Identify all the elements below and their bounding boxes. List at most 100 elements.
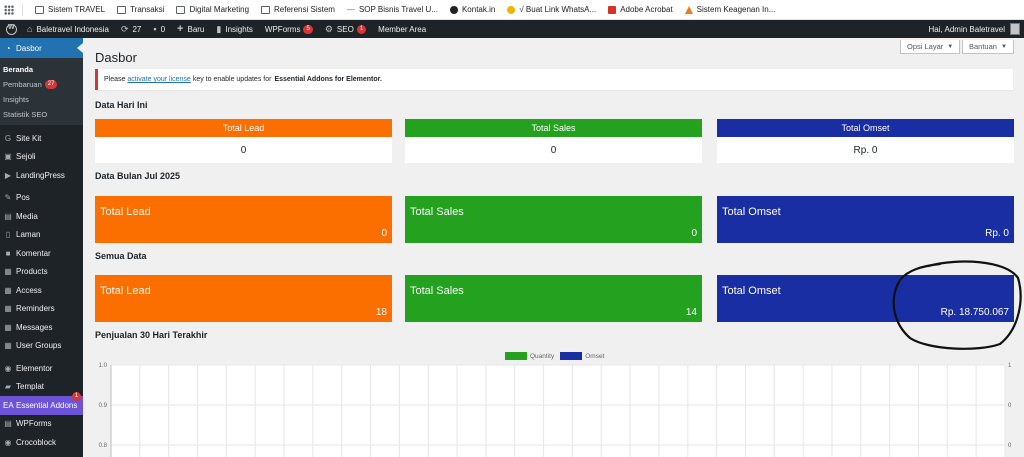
- bookmark-referensi-sistem[interactable]: Referensi Sistem: [261, 5, 335, 14]
- messages-icon: ▦: [4, 322, 12, 332]
- bookmark-sop[interactable]: — SOP Bisnis Travel U...: [347, 5, 438, 14]
- bookmark-keagenan[interactable]: Sistem Keagenan In...: [684, 5, 775, 14]
- comments-link[interactable]: ▪ 0: [147, 20, 171, 38]
- sidebar-item-label: User Groups: [16, 341, 62, 351]
- submenu-label: Statistik SEO: [3, 110, 48, 119]
- bookmark-digital-marketing[interactable]: Digital Marketing: [176, 5, 249, 14]
- section-title-month: Data Bulan Jul 2025: [95, 171, 181, 181]
- bookmark-kontak[interactable]: Kontak.in: [449, 5, 495, 14]
- dasbor-submenu: Beranda Pembaruan 27 Insights Statistik S…: [0, 58, 83, 125]
- submenu-label: Pembaruan: [3, 80, 42, 89]
- y-tick-right: 0: [1008, 443, 1012, 449]
- submenu-pembaruan[interactable]: Pembaruan 27: [0, 77, 83, 92]
- y-tick-right: 0: [1008, 403, 1012, 409]
- sidebar-item-crocoblock[interactable]: ◉ Crocoblock: [0, 433, 83, 452]
- refresh-icon: ⟳: [120, 23, 129, 34]
- card-value: 14: [685, 307, 697, 318]
- wpforms-label: WPForms: [264, 24, 301, 34]
- seo-link[interactable]: ⚙ SEO 1: [319, 20, 372, 38]
- submenu-label: Insights: [3, 95, 29, 104]
- member-area-link[interactable]: Member Area: [372, 20, 432, 38]
- home-icon: ⌂: [27, 24, 33, 34]
- insights-link[interactable]: ▮ Insights: [210, 20, 259, 38]
- sidebar-item-access[interactable]: ▦ Access: [0, 281, 83, 300]
- sidebar-item-laman[interactable]: ▯ Laman: [0, 226, 83, 245]
- bookmark-label: √ Buat Link WhatsA...: [519, 5, 597, 14]
- card-label: Total Lead: [100, 285, 151, 297]
- sidebar-item-landingpress[interactable]: ▶ LandingPress: [0, 166, 83, 185]
- card-value: Rp. 0: [985, 228, 1009, 239]
- bookmark-whatsapp[interactable]: √ Buat Link WhatsA...: [507, 5, 596, 14]
- sidebar-item-media[interactable]: ▤ Media: [0, 207, 83, 226]
- sidebar-item-label: Essential Addons: [16, 400, 78, 410]
- media-icon: ▤: [4, 211, 12, 221]
- bookmark-sistem-travel[interactable]: Sistem TRAVEL: [35, 5, 105, 14]
- sidebar-item-label: Komentar: [16, 248, 51, 258]
- keagenan-icon: [684, 5, 693, 14]
- sidebar-item-sejoli[interactable]: ▣ Sejoli: [0, 148, 83, 167]
- sidebar-item-wpforms[interactable]: ▤ WPForms: [0, 415, 83, 434]
- sidebar-item-komentar[interactable]: ■ Komentar: [0, 244, 83, 263]
- y-tick-right: 1: [1008, 363, 1012, 369]
- avatar: [1010, 23, 1020, 35]
- sidebar-item-dasbor[interactable]: ◔ Dasbor: [0, 38, 83, 58]
- folder-icon: [35, 5, 44, 14]
- submenu-beranda[interactable]: Beranda: [0, 62, 83, 77]
- all-omset-card: Total Omset Rp. 18.750.067: [717, 275, 1014, 322]
- card-value: 0: [550, 144, 557, 156]
- plus-icon: +: [177, 23, 184, 35]
- essential-addons-icon: EA: [3, 400, 14, 410]
- card-label: Total Sales: [410, 285, 464, 297]
- sidebar-item-label: Pos: [16, 193, 30, 203]
- y-tick-left: 0.8: [99, 443, 108, 449]
- folder-icon: [261, 5, 271, 14]
- dash-icon: —: [346, 5, 355, 14]
- apps-grid-icon[interactable]: [4, 4, 14, 15]
- sidebar-item-pos[interactable]: ✎ Pos: [0, 189, 83, 208]
- sidebar-item-essential-addons[interactable]: EA Essential Addons 1: [0, 392, 83, 415]
- card-value: 0: [240, 144, 247, 156]
- page-icon: ▯: [5, 230, 11, 240]
- sidebar-item-label: Templat: [16, 382, 45, 392]
- sidebar-item-site-kit[interactable]: G Site Kit: [0, 129, 83, 148]
- products-icon: ▦: [4, 267, 12, 277]
- card-value: 0: [381, 228, 387, 239]
- sidebar-item-label: Access: [16, 285, 42, 295]
- bookmark-acrobat[interactable]: Adobe Acrobat: [608, 5, 673, 14]
- submenu-insights[interactable]: Insights: [0, 92, 83, 107]
- y-tick-left: 0.9: [99, 403, 108, 409]
- sidebar-item-label: Products: [16, 267, 48, 277]
- wpforms-link[interactable]: WPForms 5: [259, 20, 319, 38]
- y-tick-left: 1.0: [99, 363, 108, 369]
- card-label: Total Lead: [95, 119, 392, 137]
- account-menu[interactable]: Hai, Admin Baletravel: [929, 20, 1020, 38]
- updates-link[interactable]: ⟳ 27: [115, 20, 147, 38]
- wordpress-logo-icon[interactable]: [6, 23, 17, 35]
- dashboard-icon: ◔: [5, 43, 11, 53]
- caret-down-icon: ▼: [947, 43, 954, 50]
- help-button[interactable]: Bantuan ▼: [962, 40, 1014, 54]
- folder-icon: [176, 5, 186, 14]
- sidebar-item-label: Sejoli: [16, 152, 36, 162]
- access-icon: ▦: [4, 285, 12, 295]
- screen-options-button[interactable]: Opsi Layar ▼: [900, 40, 961, 54]
- activate-license-link[interactable]: activate your license: [127, 76, 190, 83]
- sidebar-item-label: Elementor: [16, 363, 53, 373]
- card-label: Total Omset: [722, 285, 781, 297]
- user-groups-icon: ▦: [4, 341, 12, 351]
- bookmark-transaksi[interactable]: Transaksi: [117, 5, 164, 14]
- updates-count: 27: [132, 24, 142, 34]
- sidebar-item-label: Messages: [16, 322, 53, 332]
- new-content-link[interactable]: + Baru: [171, 20, 210, 38]
- pin-icon: ✎: [4, 193, 12, 203]
- sidebar-item-templat[interactable]: ▰ Templat: [0, 378, 83, 397]
- site-name-link[interactable]: ⌂ Baletravel Indonesia: [21, 20, 115, 38]
- sidebar-item-messages[interactable]: ▦ Messages: [0, 318, 83, 337]
- folder-icon: [117, 5, 127, 14]
- submenu-statistik-seo[interactable]: Statistik SEO: [0, 107, 83, 122]
- sidebar-item-products[interactable]: ▦ Products: [0, 263, 83, 282]
- sidebar-item-reminders[interactable]: ▦ Reminders: [0, 300, 83, 319]
- sidebar-item-user-groups[interactable]: ▦ User Groups: [0, 337, 83, 356]
- admin-bar: ⌂Baletravel Indonesia ⟳27 ▪0 +Baru ▮Insi…: [0, 20, 1024, 38]
- sidebar-item-elementor[interactable]: ◉ Elementor: [0, 359, 83, 378]
